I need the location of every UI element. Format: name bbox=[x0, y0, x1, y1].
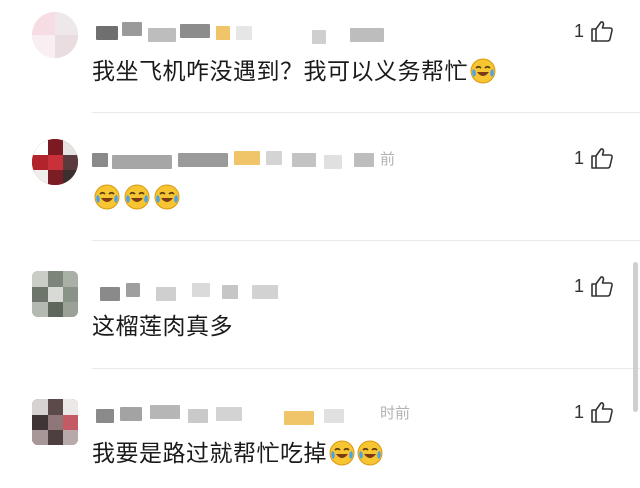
comment-item: 前 1 bbox=[0, 113, 640, 239]
comment-item: 我坐飞机咋没遇到？我可以义务帮忙 1 bbox=[0, 0, 640, 112]
comment-body: 我要是路过就帮忙吃掉 bbox=[92, 441, 327, 467]
like-button[interactable]: 1 bbox=[574, 20, 614, 42]
avatar-mosaic bbox=[32, 35, 55, 58]
thumbs-up-icon bbox=[590, 401, 614, 423]
laugh-cry-emoji bbox=[124, 184, 150, 210]
avatar-mosaic bbox=[63, 302, 78, 317]
like-count: 1 bbox=[573, 147, 584, 168]
avatar-mosaic bbox=[48, 170, 63, 185]
avatar-mosaic bbox=[32, 399, 48, 415]
avatar[interactable] bbox=[32, 139, 78, 185]
comment-list: 我坐飞机咋没遇到？我可以义务帮忙 1 前 1 这榴莲肉真多 1 时前 我要是路过… bbox=[0, 0, 640, 488]
avatar[interactable] bbox=[32, 399, 78, 445]
username-blurred[interactable] bbox=[92, 149, 402, 169]
like-count: 1 bbox=[573, 275, 584, 296]
avatar[interactable] bbox=[32, 271, 78, 317]
thumbs-up-icon bbox=[590, 20, 614, 42]
comment-body: 这榴莲肉真多 bbox=[92, 314, 233, 340]
laugh-cry-emoji bbox=[329, 440, 355, 466]
avatar-mosaic bbox=[32, 139, 48, 155]
avatar-mosaic bbox=[48, 415, 63, 430]
thumbs-up-icon bbox=[590, 275, 614, 297]
avatar-mosaic bbox=[63, 399, 78, 415]
laugh-cry-emoji bbox=[154, 184, 180, 210]
avatar-mosaic bbox=[32, 155, 48, 170]
comment-text: 我要是路过就帮忙吃掉 bbox=[92, 439, 383, 469]
comment-text: 这榴莲肉真多 bbox=[92, 312, 233, 342]
avatar-mosaic bbox=[55, 12, 78, 35]
avatar-mosaic bbox=[32, 302, 48, 317]
avatar-mosaic bbox=[63, 271, 78, 287]
avatar-mosaic bbox=[48, 287, 63, 302]
avatar-mosaic bbox=[48, 302, 63, 317]
avatar-mosaic bbox=[32, 430, 48, 445]
avatar-mosaic bbox=[32, 287, 48, 302]
avatar-mosaic bbox=[32, 170, 48, 185]
like-button[interactable]: 1 bbox=[574, 275, 614, 297]
username-blurred[interactable] bbox=[100, 281, 300, 301]
comment-emoji-row bbox=[92, 184, 180, 214]
avatar-mosaic bbox=[48, 155, 63, 170]
avatar-mosaic bbox=[63, 139, 78, 155]
like-count: 1 bbox=[573, 20, 584, 41]
avatar-mosaic bbox=[32, 415, 48, 430]
avatar-mosaic bbox=[63, 155, 78, 170]
like-button[interactable]: 1 bbox=[574, 147, 614, 169]
avatar-mosaic bbox=[32, 271, 48, 287]
avatar-mosaic bbox=[48, 139, 63, 155]
avatar-mosaic bbox=[48, 271, 63, 287]
laugh-cry-emoji bbox=[94, 184, 120, 210]
laugh-cry-emoji bbox=[357, 440, 383, 466]
avatar-mosaic bbox=[63, 415, 78, 430]
avatar-mosaic bbox=[48, 399, 63, 415]
timestamp: 时前 bbox=[380, 404, 411, 422]
username-blurred[interactable] bbox=[96, 403, 396, 425]
avatar-mosaic bbox=[48, 430, 63, 445]
avatar-mosaic bbox=[55, 35, 78, 58]
avatar-mosaic bbox=[63, 287, 78, 302]
avatar-mosaic bbox=[32, 12, 55, 35]
username-blurred[interactable] bbox=[96, 22, 396, 44]
laugh-cry-emoji bbox=[470, 58, 496, 84]
comment-text: 我坐飞机咋没遇到？我可以义务帮忙 bbox=[92, 57, 496, 87]
comment-item: 这榴莲肉真多 1 bbox=[0, 241, 640, 367]
avatar-mosaic bbox=[63, 430, 78, 445]
timestamp: 前 bbox=[380, 150, 396, 168]
comment-body: 我坐飞机咋没遇到？我可以义务帮忙 bbox=[92, 59, 468, 85]
comment-item: 时前 我要是路过就帮忙吃掉 1 bbox=[0, 369, 640, 488]
avatar-mosaic bbox=[63, 170, 78, 185]
thumbs-up-icon bbox=[590, 147, 614, 169]
scrollbar[interactable] bbox=[633, 262, 638, 412]
like-count: 1 bbox=[573, 401, 584, 422]
avatar[interactable] bbox=[32, 12, 78, 58]
like-button[interactable]: 1 bbox=[574, 401, 614, 423]
